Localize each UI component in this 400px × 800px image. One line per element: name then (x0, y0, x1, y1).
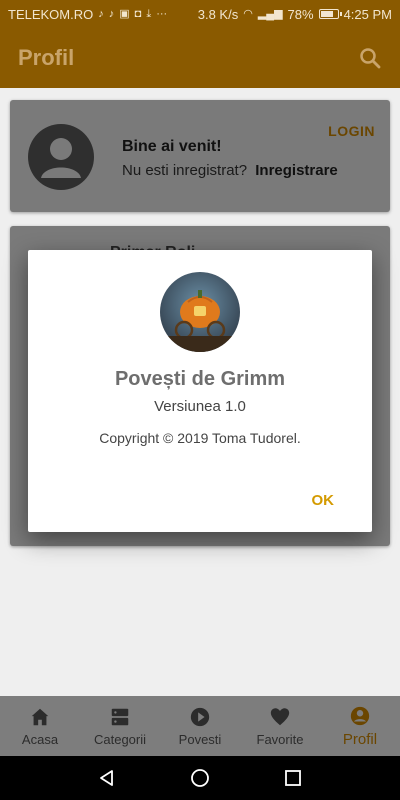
system-navigation-bar (0, 756, 400, 800)
app-version: Versiunea 1.0 (154, 398, 246, 415)
nav-item-povesti[interactable]: Povesti (160, 696, 240, 756)
categories-icon (111, 708, 129, 725)
home-icon (31, 708, 49, 725)
recents-icon[interactable] (283, 768, 303, 788)
bottom-navigation: Acasa Categorii Povesti Favorite Profil (0, 696, 400, 756)
carrier-label: TELEKOM.RO (8, 6, 94, 22)
battery-icon (318, 9, 342, 19)
nav-item-categorii[interactable]: Categorii (80, 696, 160, 756)
shield-icon: ◘ (134, 7, 142, 20)
account-icon (350, 706, 370, 725)
nav-label: Acasa (21, 731, 59, 747)
signal-icon: ▂▄▆ (257, 7, 283, 20)
battery-percent: 78% (287, 6, 314, 22)
clock: 4:25 PM (343, 6, 392, 22)
ok-button[interactable]: OK (312, 492, 335, 509)
download-icon: ⤓ (146, 7, 152, 20)
music-note-icon: ♪ (108, 7, 115, 20)
home-circle-icon[interactable] (190, 768, 210, 788)
app-bar: Profil (0, 28, 400, 88)
more-dots-icon: ··· (156, 7, 168, 20)
nav-label: Categorii (93, 731, 147, 747)
pumpkin-carriage-icon (160, 272, 240, 352)
copyright-text: Copyright © 2019 Toma Tudorel. (99, 430, 301, 446)
play-icon (190, 707, 210, 726)
search-icon[interactable] (358, 46, 382, 70)
nav-label: Profil (342, 730, 378, 748)
network-speed: 3.8 K/s (197, 6, 239, 22)
nav-label: Povesti (178, 731, 222, 747)
app-logo (160, 272, 240, 352)
nav-item-profil[interactable]: Profil (320, 696, 400, 756)
status-bar: TELEKOM.RO ♪ ♪ ▣ ◘ ⤓ ··· 3.8 K/s ◠ ▂▄▆ 7… (0, 0, 400, 28)
music-note-icon: ♪ (98, 7, 104, 20)
image-icon: ▣ (119, 7, 130, 20)
back-icon[interactable] (97, 768, 117, 788)
nav-item-favorite[interactable]: Favorite (240, 696, 320, 756)
wifi-icon: ◠ (243, 7, 253, 20)
heart-icon (270, 707, 290, 725)
nav-label: Favorite (256, 731, 304, 747)
page-title: Profil (18, 45, 75, 70)
dialog-title: Povești de Grimm (114, 368, 286, 390)
nav-item-acasa[interactable]: Acasa (0, 696, 80, 756)
about-dialog: Povești de Grimm Versiunea 1.0 Copyright… (28, 250, 372, 532)
